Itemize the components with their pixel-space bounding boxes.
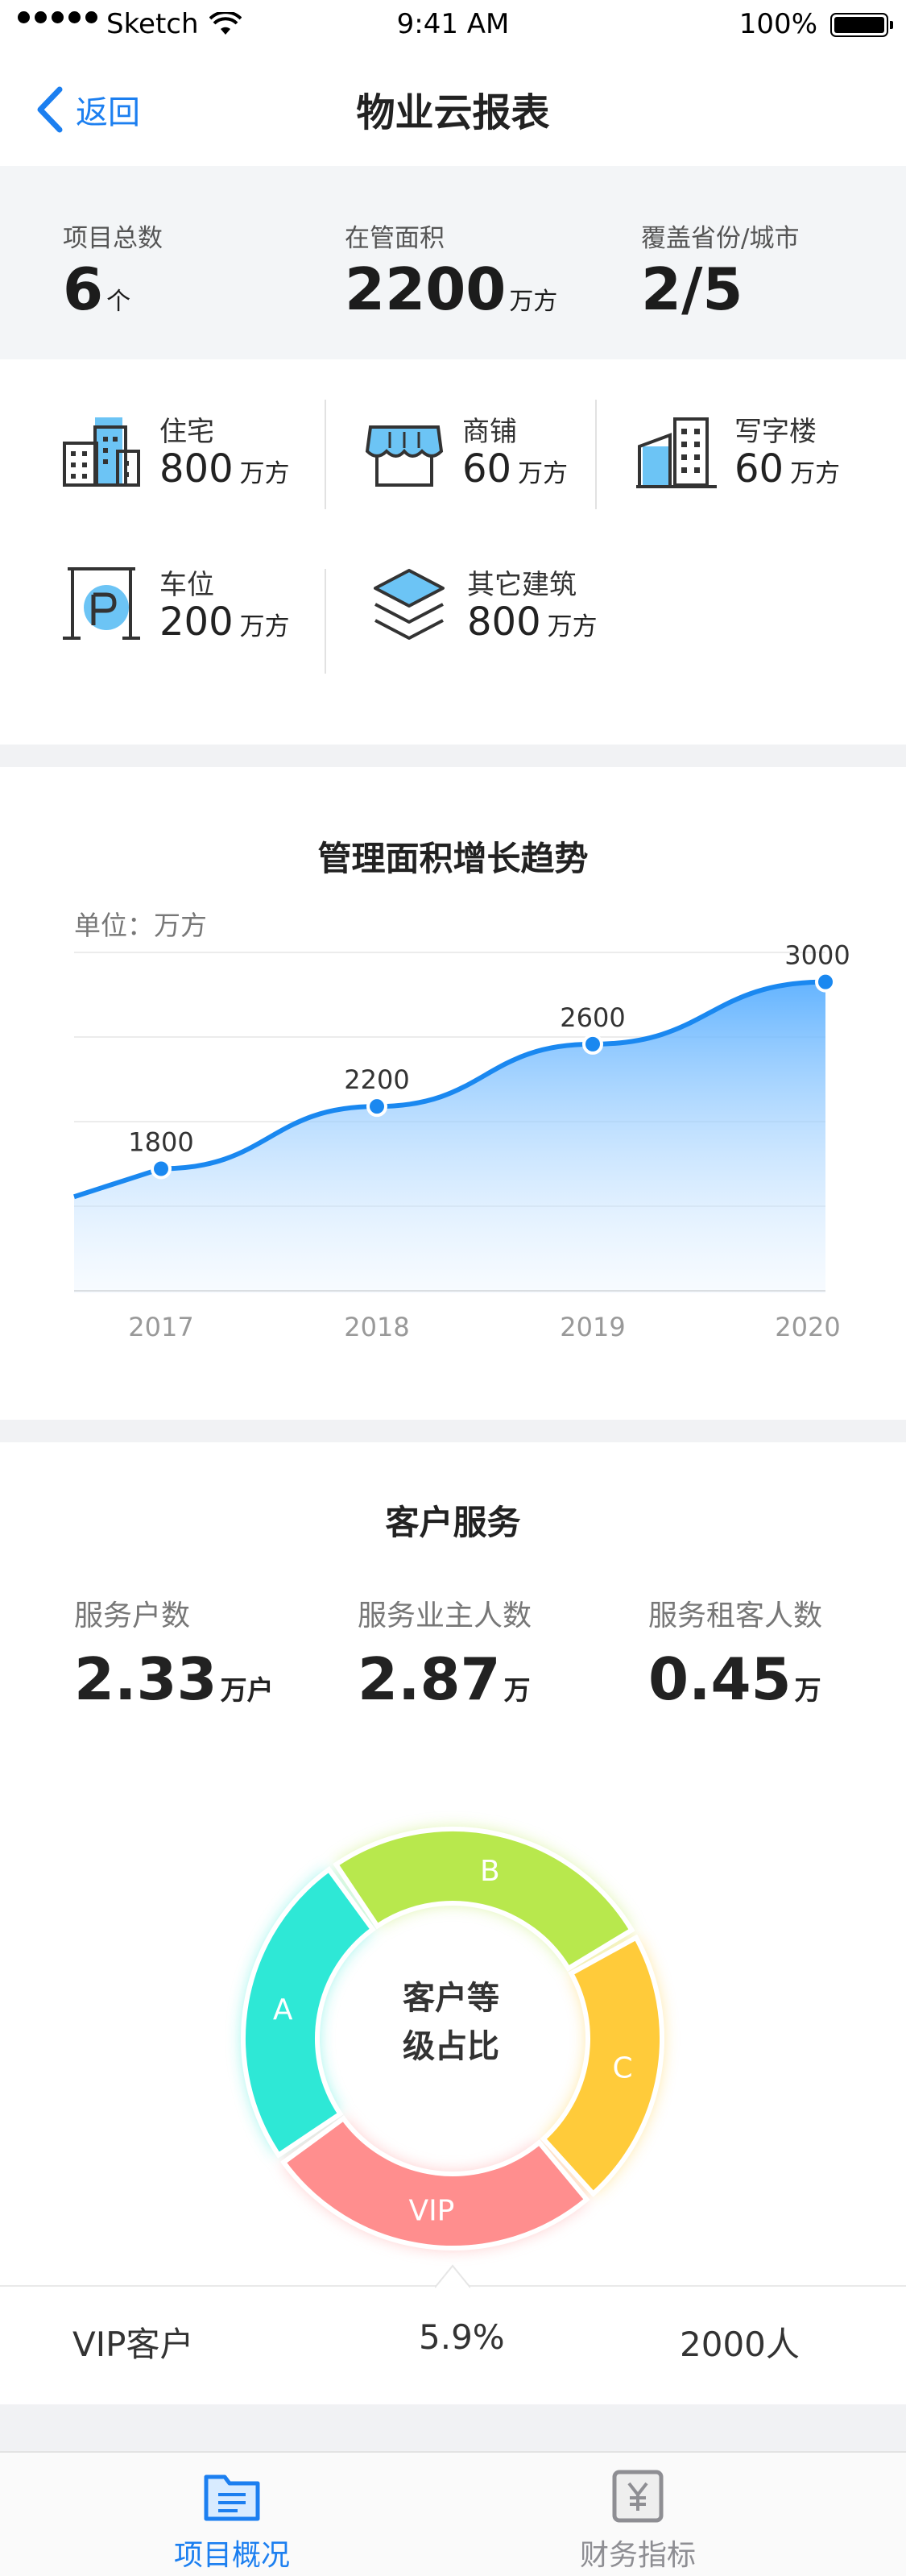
status-bar: Sketch 9:41 AM 100%: [0, 0, 906, 53]
segment-percent: 5.9%: [419, 2317, 505, 2357]
service-title: 客户服务: [385, 1503, 521, 1542]
category-parking[interactable]: 车位 200 万方: [61, 556, 319, 661]
category-label: 商铺: [462, 416, 517, 448]
summary-project-count: 项目总数 6个: [63, 218, 163, 318]
parking-icon: [63, 567, 140, 640]
project-folder-icon: [204, 2474, 260, 2521]
summary-label: 覆盖省份/城市: [641, 224, 800, 253]
residential-building-icon: [63, 417, 140, 487]
x-tick-label: 2018: [344, 1312, 409, 1342]
selected-segment-detail: VIP客户 5.9% 2000人: [0, 2264, 906, 2390]
divider: [325, 400, 326, 509]
tab-project-overview[interactable]: 项目概况: [127, 2467, 337, 2574]
category-label: 车位: [159, 569, 214, 601]
pointer-caret-icon: [435, 2264, 470, 2288]
data-label: 2200: [344, 1064, 409, 1095]
x-tick-label: 2019: [560, 1312, 625, 1342]
data-label: 2600: [560, 1002, 625, 1033]
summary-managed-area: 在管面积 2200 万方: [345, 218, 557, 318]
segment-label: B: [480, 1855, 500, 1888]
service-stat-label: 服务业主人数: [358, 1599, 532, 1632]
service-stat-value: 2.33 万户: [74, 1645, 274, 1713]
category-label: 住宅: [159, 416, 214, 448]
office-building-icon: [636, 417, 717, 488]
section-gap: [0, 1420, 906, 1442]
category-office[interactable]: 写字楼 60 万方: [636, 403, 894, 508]
data-label: 1800: [128, 1126, 193, 1157]
x-tick-label: 2020: [775, 1312, 840, 1342]
x-tick-label: 2017: [128, 1312, 193, 1342]
section-gap: [0, 2404, 906, 2451]
category-shop[interactable]: 商铺 60 万方: [364, 403, 622, 508]
data-point[interactable]: [815, 971, 836, 993]
summary-value: 2200 万方: [345, 255, 558, 323]
service-stat-label: 服务户数: [74, 1599, 191, 1632]
category-label: 其它建筑: [467, 569, 577, 601]
section-gap: [0, 745, 906, 767]
summary-panel: 项目总数 6个 在管面积 2200 万方 覆盖省份/城市 2/5: [0, 166, 906, 359]
donut-segment[interactable]: [241, 1865, 376, 2159]
shop-icon: [365, 425, 444, 487]
finance-yen-icon: [612, 2470, 664, 2523]
category-value: 800 万方: [467, 599, 598, 645]
summary-label: 项目总数: [63, 224, 163, 253]
growth-area-chart: 1800 2200 2600 3000 2017 2018 2019 2020: [73, 940, 850, 1342]
service-tenants: 服务租客人数 0.45 万: [648, 1592, 822, 1708]
summary-coverage: 覆盖省份/城市 2/5: [641, 218, 799, 318]
data-point[interactable]: [582, 1033, 603, 1055]
battery-icon: [830, 13, 893, 37]
service-households: 服务户数 2.33 万户: [74, 1592, 274, 1708]
donut-center-label: 客户等 级占比: [403, 1980, 499, 2065]
donut-segment[interactable]: [333, 1827, 635, 1972]
category-value: 60 万方: [734, 446, 841, 492]
category-other[interactable]: 其它建筑 800 万方: [369, 556, 627, 661]
summary-value: 2/5: [641, 255, 743, 323]
category-residential[interactable]: 住宅 800 万方: [61, 403, 319, 508]
service-owners: 服务业主人数 2.87 万: [358, 1592, 532, 1708]
summary-value: 6个: [63, 255, 131, 323]
category-label: 写字楼: [734, 416, 817, 448]
service-stat-value: 2.87 万: [358, 1645, 531, 1713]
data-point[interactable]: [151, 1158, 172, 1180]
layers-icon: [374, 569, 445, 640]
category-value: 200 万方: [159, 599, 290, 645]
segment-label: A: [273, 1993, 293, 2026]
battery-percent: 100%: [738, 8, 817, 40]
donut-segment[interactable]: [540, 1934, 664, 2197]
tab-financial-indicators[interactable]: 财务指标: [533, 2467, 743, 2574]
data-label: 3000: [784, 940, 850, 971]
summary-label: 在管面积: [345, 224, 445, 253]
data-point[interactable]: [366, 1096, 387, 1118]
segment-name: VIP客户: [72, 2325, 194, 2364]
tab-label: 项目概况: [173, 2539, 290, 2572]
segment-label: C: [612, 2051, 632, 2084]
tab-label: 财务指标: [579, 2539, 696, 2572]
divider: [325, 569, 326, 674]
service-stat-value: 0.45 万: [648, 1645, 821, 1713]
service-stat-label: 服务租客人数: [648, 1599, 823, 1632]
page-title: 物业云报表: [356, 90, 550, 135]
segment-count: 2000人: [680, 2325, 800, 2364]
segment-label: VIP: [408, 2194, 454, 2227]
navigation-bar: 返回 物业云报表: [0, 53, 906, 166]
category-value: 800 万方: [159, 446, 290, 492]
tab-bar: 项目概况 财务指标: [0, 2451, 906, 2576]
category-value: 60 万方: [462, 446, 569, 492]
divider: [595, 400, 597, 509]
chart-title: 管理面积增长趋势: [317, 839, 589, 878]
